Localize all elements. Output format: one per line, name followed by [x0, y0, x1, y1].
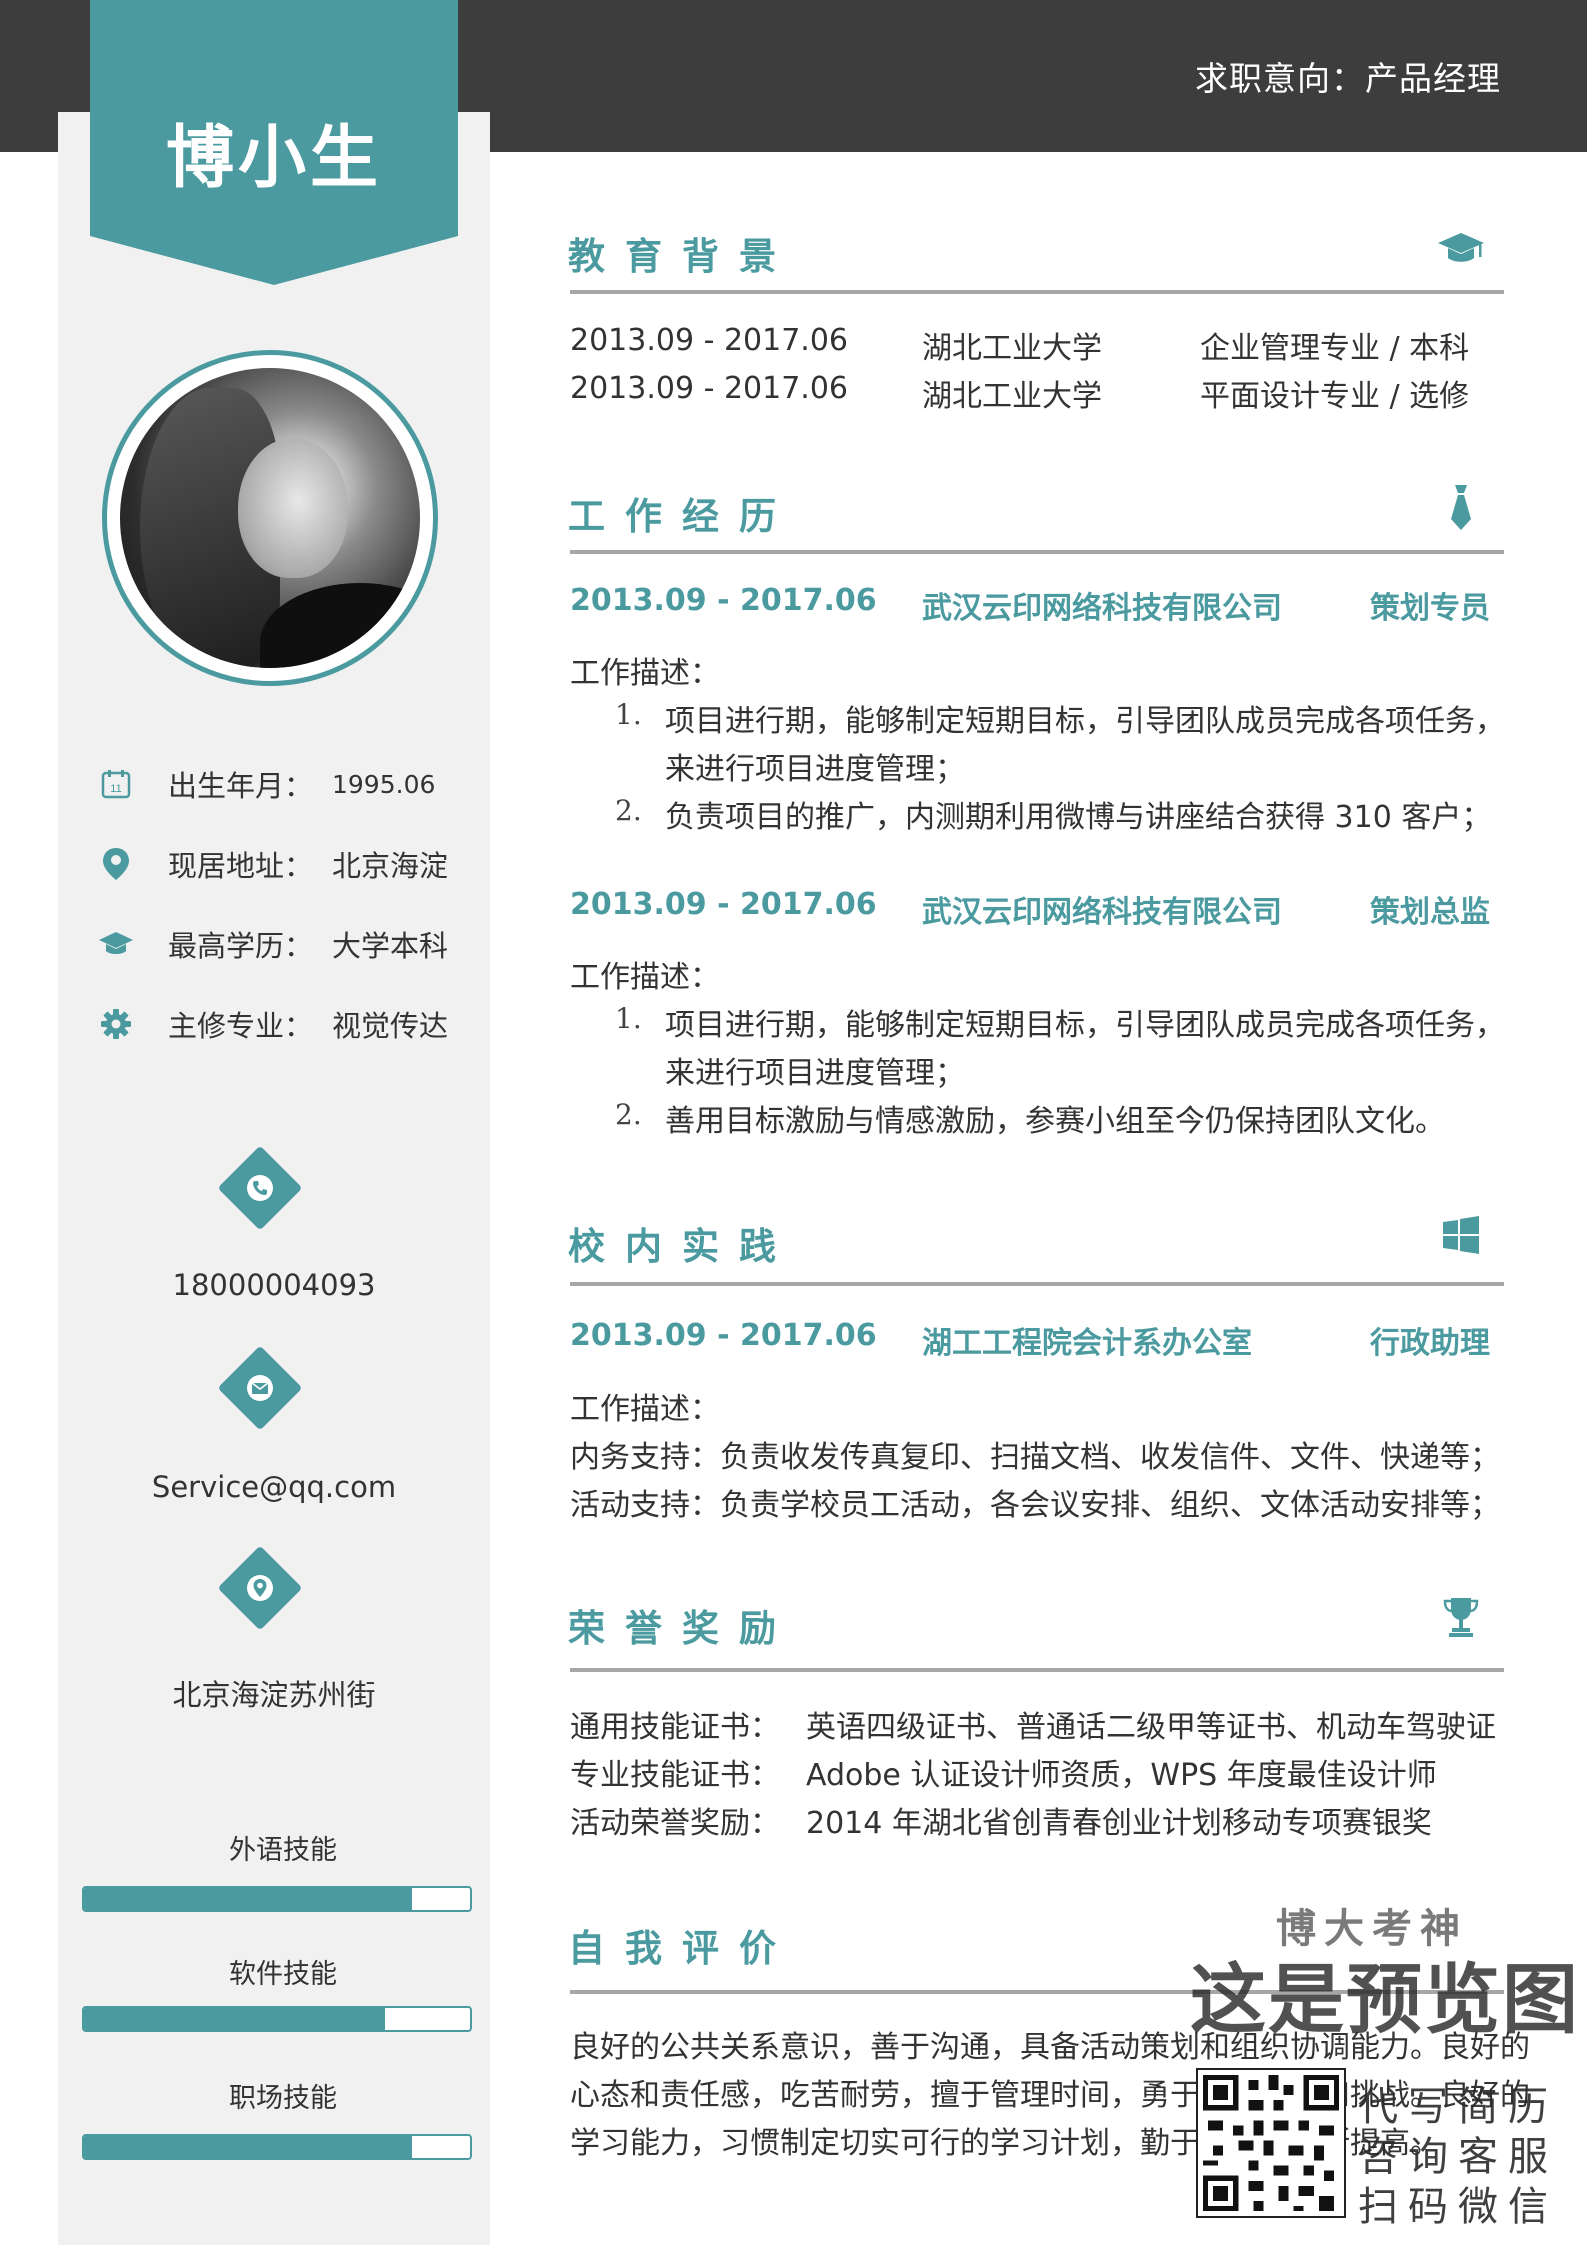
calendar-icon: 11	[96, 764, 136, 804]
skill-bar	[82, 2134, 472, 2160]
section-divider	[570, 1668, 1504, 1672]
info-label: 最高学历：	[168, 929, 314, 963]
email-address: Service@qq.com	[151, 1470, 397, 1504]
info-value: 1995.06	[332, 769, 436, 799]
skill-fill	[84, 1888, 413, 1910]
trophy-icon	[1436, 1592, 1486, 1642]
section-divider	[570, 550, 1504, 554]
honor-row: 活动荣誉奖励： 2014 年湖北省创青春创业计划移动专项赛银奖	[570, 1798, 1490, 1842]
honor-label: 活动荣誉奖励：	[570, 1806, 780, 1841]
list-item: 项目进行期，能够制定短期目标，引导团队成员完成各项任务，	[665, 1008, 1505, 1043]
skill-label: 外语技能	[229, 1835, 337, 1866]
campus-role: 行政助理	[1370, 1326, 1490, 1361]
job-company: 武汉云印网络科技有限公司	[922, 895, 1282, 930]
candidate-name: 博小生	[165, 119, 382, 198]
skill-label: 软件技能	[229, 1959, 337, 1990]
edu-major: 平面设计专业 / 选修	[1200, 379, 1470, 414]
list-item: 来进行项目进度管理；	[665, 752, 965, 787]
qr-code[interactable]	[1196, 2068, 1346, 2218]
campus-org: 湖工工程院会计系办公室	[922, 1326, 1252, 1361]
section-title-education: 教育背景	[568, 235, 796, 278]
list-number: 2.	[615, 1098, 642, 1131]
job-date: 2013.09 - 2017.06	[570, 887, 877, 922]
info-row-address: 现居地址： 北京海淀	[96, 842, 448, 886]
job-desc-label: 工作描述：	[570, 656, 720, 691]
gear-icon	[96, 1004, 136, 1044]
section-divider	[570, 1282, 1504, 1286]
job-header: 2013.09 - 2017.06 武汉云印网络科技有限公司 策划总监	[570, 887, 1490, 931]
skill-label: 职场技能	[229, 2083, 337, 2114]
education-row: 2013.09 - 2017.06 湖北工业大学 企业管理专业 / 本科	[570, 323, 1490, 367]
edu-date: 2013.09 - 2017.06	[570, 323, 849, 358]
svg-text:11: 11	[110, 783, 121, 795]
edu-school: 湖北工业大学	[922, 379, 1102, 414]
honor-label: 通用技能证书：	[570, 1710, 780, 1745]
home-address: 北京海淀苏州街	[172, 1678, 376, 1712]
list-item: 来进行项目进度管理；	[665, 1056, 965, 1091]
honor-value: Adobe 认证设计师资质，WPS 年度最佳设计师	[806, 1758, 1437, 1793]
edu-date: 2013.09 - 2017.06	[570, 371, 849, 406]
section-divider	[570, 290, 1504, 294]
skill-fill	[84, 2136, 413, 2158]
info-row-degree: 最高学历： 大学本科	[96, 922, 448, 966]
map-pin-icon	[96, 844, 136, 884]
info-value: 北京海淀	[332, 849, 449, 883]
honor-value: 英语四级证书、普通话二级甲等证书、机动车驾驶证	[806, 1710, 1496, 1745]
windows-icon	[1436, 1210, 1486, 1260]
info-label: 出生年月：	[168, 769, 314, 803]
job-desc-label: 工作描述：	[570, 960, 720, 995]
graduation-cap-icon	[1436, 224, 1486, 274]
portrait-photo	[120, 368, 420, 668]
campus-line: 活动支持：负责学校员工活动，各会议安排、组织、文体活动安排等；	[570, 1488, 1500, 1523]
info-row-birth: 11 出生年月： 1995.06	[96, 762, 435, 806]
job-date: 2013.09 - 2017.06	[570, 583, 877, 618]
section-title-honors: 荣誉奖励	[568, 1607, 796, 1650]
skill-fill	[84, 2008, 386, 2030]
job-company: 武汉云印网络科技有限公司	[922, 591, 1282, 626]
education-row: 2013.09 - 2017.06 湖北工业大学 平面设计专业 / 选修	[570, 371, 1490, 415]
edu-major: 企业管理专业 / 本科	[1200, 331, 1470, 366]
skill-bar	[82, 2006, 472, 2032]
necktie-icon	[1436, 482, 1486, 532]
edu-school: 湖北工业大学	[922, 331, 1102, 366]
honor-label: 专业技能证书：	[570, 1758, 780, 1793]
job-header: 2013.09 - 2017.06 武汉云印网络科技有限公司 策划专员	[570, 583, 1490, 627]
job-role: 策划总监	[1370, 895, 1490, 930]
list-number: 2.	[615, 794, 642, 827]
honor-row: 通用技能证书： 英语四级证书、普通话二级甲等证书、机动车驾驶证	[570, 1702, 1496, 1746]
avatar	[102, 350, 438, 686]
list-item: 善用目标激励与情感激励，参赛小组至今仍保持团队文化。	[665, 1104, 1445, 1139]
section-title-campus: 校内实践	[568, 1225, 796, 1268]
watermark-preview: 这是预览图	[1190, 1955, 1580, 2044]
campus-header: 2013.09 - 2017.06 湖工工程院会计系办公室 行政助理	[570, 1318, 1490, 1362]
info-label: 主修专业：	[168, 1009, 314, 1043]
name-banner: 博小生	[90, 0, 458, 285]
campus-date: 2013.09 - 2017.06	[570, 1318, 877, 1353]
info-value: 视觉传达	[332, 1009, 449, 1043]
section-title-work: 工作经历	[568, 495, 796, 538]
watermark-line: 扫码微信	[1358, 2184, 1558, 2230]
skill-bar	[82, 1886, 472, 1912]
list-number: 1.	[615, 1002, 642, 1035]
job-intention: 求职意向：产品经理	[1195, 59, 1501, 98]
honor-row: 专业技能证书： Adobe 认证设计师资质，WPS 年度最佳设计师	[570, 1750, 1490, 1794]
honor-value: 2014 年湖北省创青春创业计划移动专项赛银奖	[806, 1806, 1432, 1841]
list-item: 项目进行期，能够制定短期目标，引导团队成员完成各项任务，	[665, 704, 1505, 739]
graduation-cap-icon	[96, 924, 136, 964]
campus-line: 内务支持：负责收发传真复印、扫描文档、收发信件、文件、快递等；	[570, 1440, 1500, 1475]
list-item: 负责项目的推广，内测期利用微博与讲座结合获得 310 客户；	[665, 800, 1492, 835]
info-value: 大学本科	[332, 929, 449, 963]
phone-number: 18000004093	[172, 1268, 376, 1302]
section-title-self-eval: 自我评价	[568, 1927, 796, 1970]
info-row-major: 主修专业： 视觉传达	[96, 1002, 448, 1046]
campus-desc-label: 工作描述：	[570, 1392, 720, 1427]
job-role: 策划专员	[1370, 591, 1490, 626]
list-number: 1.	[615, 698, 642, 731]
info-label: 现居地址：	[168, 849, 314, 883]
